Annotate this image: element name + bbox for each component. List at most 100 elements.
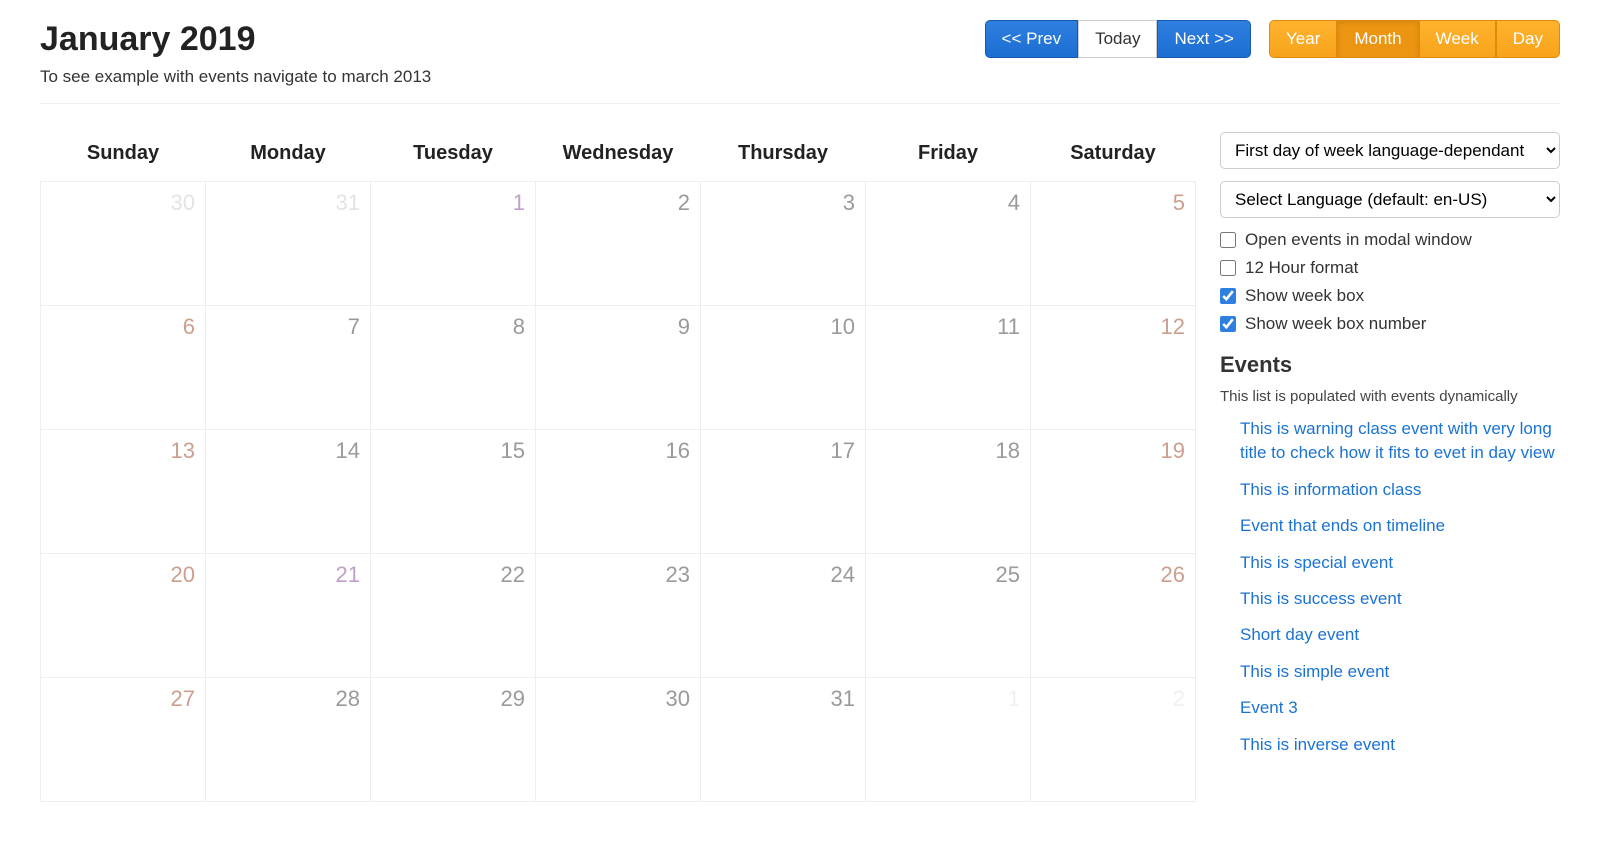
calendar-cell[interactable]: 23	[536, 554, 701, 678]
calendar-cell[interactable]: 9	[536, 306, 701, 430]
calendar-cell[interactable]: 30	[536, 678, 701, 802]
event-link[interactable]: Event 3	[1240, 698, 1298, 717]
day-number: 16	[546, 438, 690, 464]
calendar-cell[interactable]: 31	[206, 182, 371, 306]
day-number: 21	[216, 562, 360, 588]
weekday-header: Thursday	[701, 132, 866, 182]
checkbox-label: Show week box number	[1245, 314, 1426, 334]
checkbox-row[interactable]: 12 Hour format	[1220, 258, 1560, 278]
calendar-cell[interactable]: 8	[371, 306, 536, 430]
checkbox-label: Show week box	[1245, 286, 1364, 306]
weekday-header: Tuesday	[371, 132, 536, 182]
calendar-row: 6789 1011 12	[41, 306, 1196, 430]
day-number: 30	[51, 190, 195, 216]
calendar-cell[interactable]: 12	[1031, 306, 1196, 430]
calendar-cell[interactable]: 30	[41, 182, 206, 306]
day-number: 26	[1041, 562, 1185, 588]
calendar-cell[interactable]: 4	[866, 182, 1031, 306]
event-link[interactable]: This is simple event	[1240, 662, 1389, 681]
checkbox-input[interactable]	[1220, 316, 1236, 332]
day-number: 28	[216, 686, 360, 712]
calendar-cell[interactable]: 21	[206, 554, 371, 678]
calendar-cell[interactable]: 29	[371, 678, 536, 802]
calendar-cell[interactable]: 2	[536, 182, 701, 306]
calendar-row: 30 31 12345	[41, 182, 1196, 306]
calendar-row: 13 14 15 16 171819	[41, 430, 1196, 554]
day-number: 12	[1041, 314, 1185, 340]
checkbox-label: Open events in modal window	[1245, 230, 1472, 250]
calendar-cell[interactable]: 14	[206, 430, 371, 554]
day-number: 2	[1041, 686, 1185, 712]
view-month-button[interactable]: Month	[1337, 20, 1418, 58]
day-number: 13	[51, 438, 195, 464]
calendar-cell[interactable]: 26	[1031, 554, 1196, 678]
event-link[interactable]: This is special event	[1240, 553, 1393, 572]
calendar-cell[interactable]: 13	[41, 430, 206, 554]
calendar-cell[interactable]: 18	[866, 430, 1031, 554]
weekday-header: Monday	[206, 132, 371, 182]
day-number: 3	[711, 190, 855, 216]
day-number: 27	[51, 686, 195, 712]
calendar-cell[interactable]: 19	[1031, 430, 1196, 554]
nav-group: << Prev Today Next >>	[985, 20, 1251, 58]
calendar-cell[interactable]: 1	[371, 182, 536, 306]
event-link[interactable]: This is warning class event with very lo…	[1240, 419, 1555, 462]
first-day-select[interactable]: First day of week language-dependant	[1220, 132, 1560, 169]
day-number: 4	[876, 190, 1020, 216]
calendar-cell[interactable]: 27	[41, 678, 206, 802]
day-number: 6	[51, 314, 195, 340]
weekday-header: Wednesday	[536, 132, 701, 182]
day-number: 31	[711, 686, 855, 712]
calendar-cell[interactable]: 22	[371, 554, 536, 678]
view-day-button[interactable]: Day	[1496, 20, 1560, 58]
event-link[interactable]: This is inverse event	[1240, 735, 1395, 754]
calendar-cell[interactable]: 31	[701, 678, 866, 802]
day-number: 14	[216, 438, 360, 464]
checkbox-label: 12 Hour format	[1245, 258, 1358, 278]
calendar-cell[interactable]: 11	[866, 306, 1031, 430]
day-number: 31	[216, 190, 360, 216]
checkbox-input[interactable]	[1220, 260, 1236, 276]
today-button[interactable]: Today	[1078, 20, 1157, 58]
calendar-cell[interactable]: 6	[41, 306, 206, 430]
calendar-row: 20 21 22 23 24 25 26	[41, 554, 1196, 678]
divider	[40, 103, 1560, 104]
event-link[interactable]: This is information class	[1240, 480, 1421, 499]
event-link[interactable]: Event that ends on timeline	[1240, 516, 1445, 535]
calendar-cell[interactable]: 3	[701, 182, 866, 306]
calendar-cell[interactable]: 25	[866, 554, 1031, 678]
language-select[interactable]: Select Language (default: en-US)	[1220, 181, 1560, 218]
calendar-cell[interactable]: 15	[371, 430, 536, 554]
day-number: 23	[546, 562, 690, 588]
checkbox-input[interactable]	[1220, 288, 1236, 304]
view-year-button[interactable]: Year	[1269, 20, 1337, 58]
checkbox-row[interactable]: Open events in modal window	[1220, 230, 1560, 250]
list-item: This is inverse event	[1240, 733, 1560, 757]
day-number: 25	[876, 562, 1020, 588]
calendar-cell[interactable]: 28	[206, 678, 371, 802]
view-group: Year Month Week Day	[1269, 20, 1560, 58]
day-number: 30	[546, 686, 690, 712]
events-note: This list is populated with events dynam…	[1220, 388, 1560, 405]
checkbox-row[interactable]: Show week box number	[1220, 314, 1560, 334]
calendar-cell[interactable]: 2	[1031, 678, 1196, 802]
day-number: 20	[51, 562, 195, 588]
event-link[interactable]: Short day event	[1240, 625, 1359, 644]
calendar-cell[interactable]: 20	[41, 554, 206, 678]
day-number: 5	[1041, 190, 1185, 216]
next-button[interactable]: Next >>	[1157, 20, 1251, 58]
calendar-cell[interactable]: 17	[701, 430, 866, 554]
checkbox-input[interactable]	[1220, 232, 1236, 248]
calendar-cell[interactable]: 7	[206, 306, 371, 430]
view-week-button[interactable]: Week	[1419, 20, 1496, 58]
calendar-cell[interactable]: 1	[866, 678, 1031, 802]
day-number: 9	[546, 314, 690, 340]
calendar-cell[interactable]: 10	[701, 306, 866, 430]
calendar-cell[interactable]: 16	[536, 430, 701, 554]
calendar-cell[interactable]: 24	[701, 554, 866, 678]
day-number: 2	[546, 190, 690, 216]
event-link[interactable]: This is success event	[1240, 589, 1402, 608]
checkbox-row[interactable]: Show week box	[1220, 286, 1560, 306]
calendar-cell[interactable]: 5	[1031, 182, 1196, 306]
prev-button[interactable]: << Prev	[985, 20, 1079, 58]
